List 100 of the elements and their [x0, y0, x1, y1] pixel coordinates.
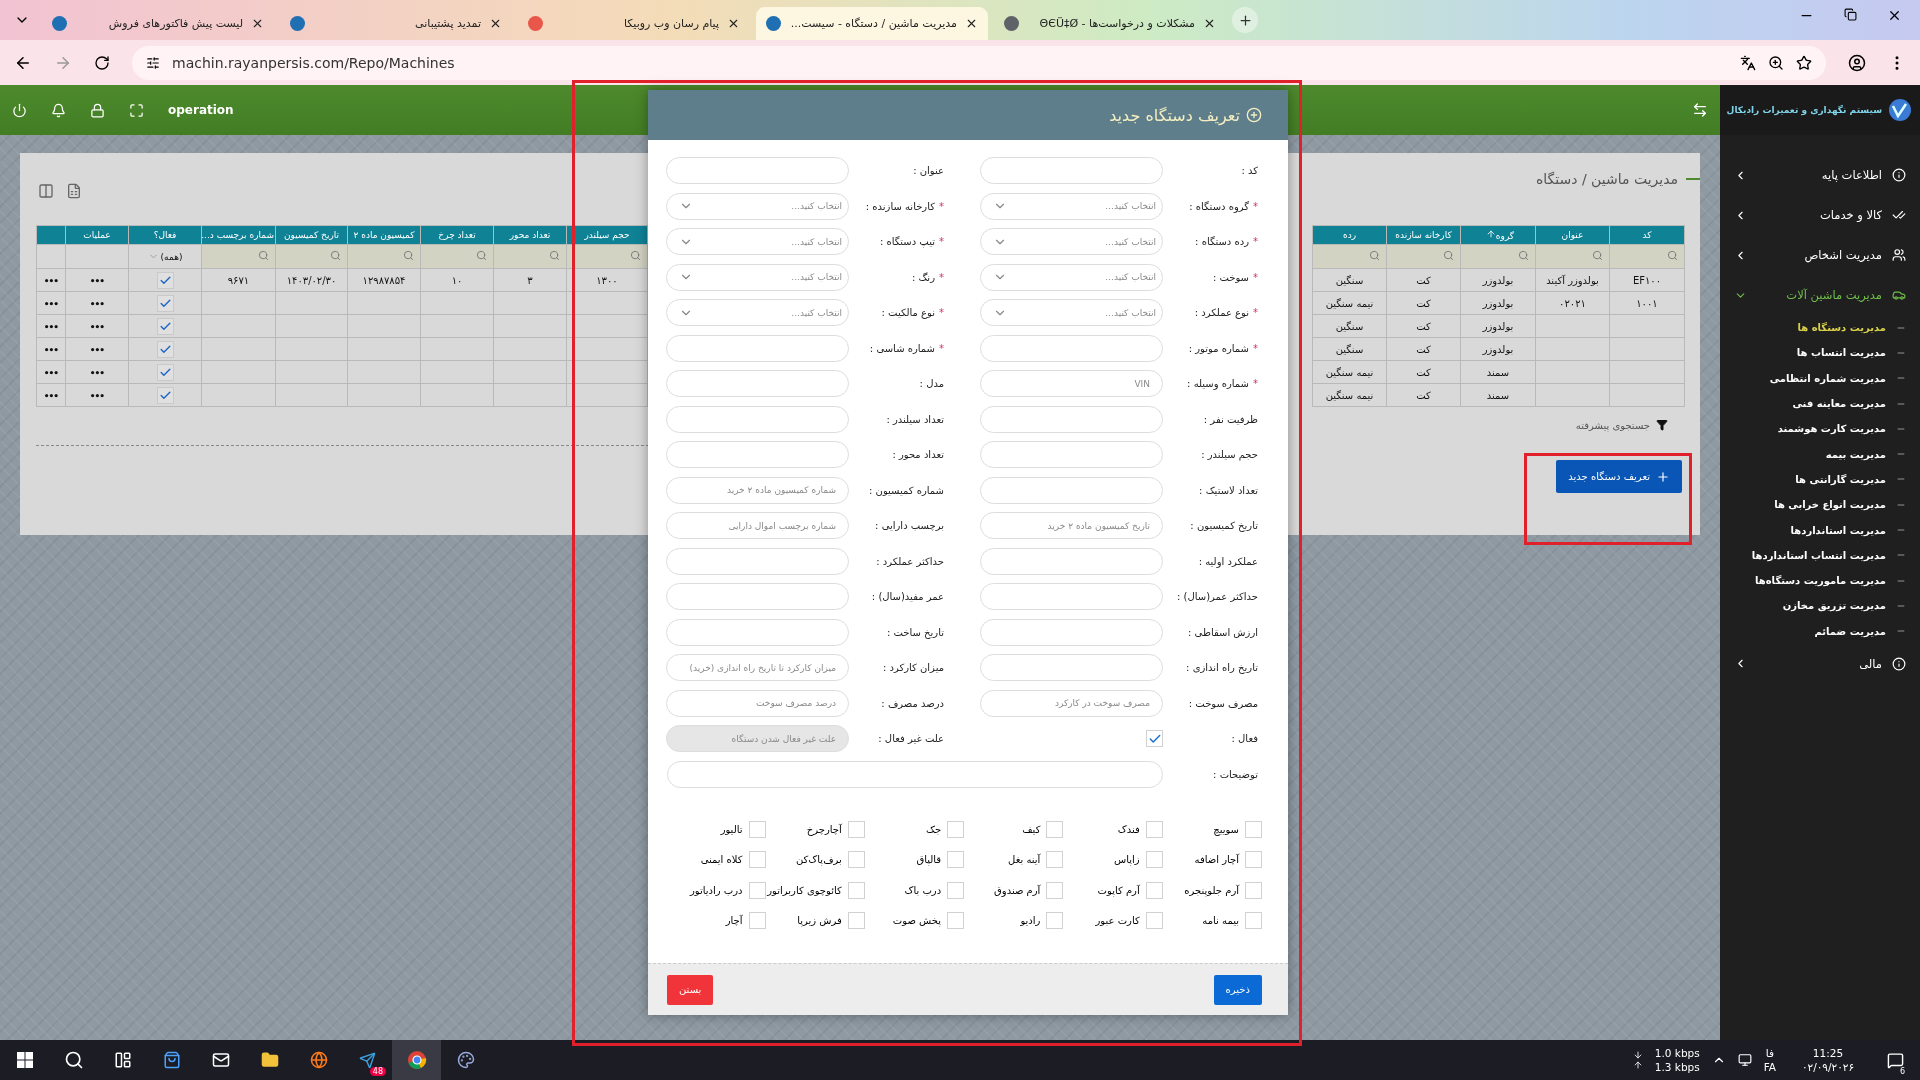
- zoom-icon[interactable]: [1768, 54, 1784, 71]
- mail-icon[interactable]: [211, 1051, 230, 1069]
- checkbox[interactable]: [748, 912, 766, 929]
- input-field[interactable]: [980, 583, 1163, 610]
- column-header[interactable]: عملیات: [65, 225, 129, 245]
- close-button[interactable]: بستن: [667, 974, 714, 1005]
- input-field[interactable]: [667, 760, 1163, 788]
- sidebar-item[interactable]: مدیریت ماشین آلات: [1720, 275, 1920, 315]
- reload-icon[interactable]: [94, 54, 110, 71]
- bell-icon[interactable]: [51, 102, 66, 118]
- input-field[interactable]: [980, 547, 1163, 575]
- row-menu-button[interactable]: •••: [43, 344, 59, 355]
- close-icon[interactable]: [251, 17, 264, 30]
- close-icon[interactable]: [489, 17, 502, 30]
- input-field[interactable]: درصد مصرف سوخت: [666, 689, 849, 717]
- sidebar-subitem[interactable]: مدیریت تزریق مخازن: [1720, 593, 1920, 619]
- input-field[interactable]: [980, 654, 1163, 681]
- folder-icon[interactable]: [260, 1051, 279, 1069]
- checkbox[interactable]: [748, 881, 766, 899]
- actions-button[interactable]: •••: [89, 367, 105, 378]
- checkbox[interactable]: [1046, 912, 1064, 929]
- column-header[interactable]: تاریخ کمیسیون: [275, 225, 348, 245]
- sidebar-item[interactable]: کالا و خدمات: [1720, 195, 1920, 235]
- sidebar-subitem[interactable]: مدیریت شماره انتظامی: [1720, 365, 1920, 391]
- sidebar-subitem[interactable]: مدیریت انتساب ها: [1720, 340, 1920, 366]
- sidebar-subitem[interactable]: مدیریت کارت هوشمند: [1720, 416, 1920, 442]
- sidebar-subitem[interactable]: مدیریت انتساب استانداردها: [1720, 542, 1920, 568]
- checkbox[interactable]: [1146, 730, 1163, 747]
- checkbox[interactable]: [847, 851, 865, 868]
- actions-button[interactable]: •••: [89, 344, 105, 355]
- store-icon[interactable]: [162, 1051, 181, 1069]
- site-settings-icon[interactable]: [146, 55, 160, 70]
- checkbox[interactable]: [947, 912, 965, 929]
- search-icon[interactable]: [63, 1050, 84, 1070]
- checkbox[interactable]: [748, 851, 766, 868]
- input-field[interactable]: [980, 405, 1163, 433]
- restore-icon[interactable]: [1844, 7, 1857, 21]
- row-menu-button[interactable]: •••: [43, 298, 59, 309]
- address-bar[interactable]: machin.rayanpersis.com/Repo/Machines: [132, 45, 1826, 80]
- keyboard-language[interactable]: فا: [1765, 1046, 1774, 1060]
- column-header[interactable]: گروه: [1460, 225, 1536, 245]
- advanced-search-link[interactable]: جستجوی پیشرفته: [1575, 419, 1668, 431]
- checkbox[interactable]: [947, 820, 965, 838]
- filter-cell[interactable]: [420, 244, 494, 269]
- sidebar-subitem[interactable]: مدیریت ضمائم: [1720, 618, 1920, 644]
- column-header[interactable]: شماره برچسب د...: [201, 225, 276, 245]
- browser-tab[interactable]: لیست پیش فاکتورهای فروش: [42, 7, 274, 40]
- input-field[interactable]: [980, 157, 1163, 184]
- checkbox[interactable]: [847, 881, 865, 899]
- input-field[interactable]: [980, 618, 1163, 646]
- browser-tab[interactable]: مشکلات و درخواست‌ها - ΘЄÜ‡Ø: [994, 7, 1226, 40]
- new-tab-button[interactable]: [1232, 7, 1258, 33]
- sidebar-subitem[interactable]: مدیریت بیمه: [1720, 441, 1920, 467]
- checkbox[interactable]: [1245, 912, 1262, 929]
- network-icon[interactable]: [1737, 1053, 1752, 1067]
- actions-button[interactable]: •••: [89, 321, 105, 332]
- actions-button[interactable]: •••: [89, 390, 105, 401]
- globe-icon[interactable]: [309, 1051, 328, 1069]
- row-menu-button[interactable]: •••: [43, 367, 59, 378]
- checkbox[interactable]: [847, 820, 865, 838]
- column-header[interactable]: تعداد محور: [493, 225, 567, 245]
- sidebar-subitem[interactable]: مدیریت ماموریت دستگاه‌ها: [1720, 567, 1920, 594]
- column-header[interactable]: کارخانه سازنده: [1386, 225, 1461, 245]
- input-field[interactable]: تاریخ کمیسیون ماده ۲ خرید: [980, 512, 1163, 539]
- input-field[interactable]: VIN: [980, 370, 1163, 397]
- bookmark-icon[interactable]: [1796, 54, 1812, 71]
- checkbox[interactable]: [1245, 851, 1262, 868]
- start-icon[interactable]: [16, 1052, 33, 1068]
- input-field[interactable]: [666, 441, 849, 468]
- filter-cell[interactable]: [347, 244, 421, 269]
- sidebar-item[interactable]: مالی: [1720, 643, 1920, 684]
- column-header[interactable]: تعداد چرخ: [420, 225, 494, 245]
- input-field[interactable]: [980, 334, 1163, 362]
- excel-icon[interactable]: [66, 183, 82, 199]
- fullscreen-icon[interactable]: [129, 102, 144, 118]
- column-header[interactable]: حجم سیلندر: [566, 225, 648, 245]
- swap-icon[interactable]: [1692, 102, 1708, 118]
- sidebar-subitem[interactable]: مدیریت انواع خرابی ها: [1720, 492, 1920, 518]
- filter-cell[interactable]: [1609, 244, 1685, 269]
- input-field[interactable]: [666, 334, 849, 362]
- taskbar-button[interactable]: [392, 1040, 441, 1080]
- checkbox[interactable]: [1145, 851, 1163, 868]
- input-field[interactable]: [666, 370, 849, 397]
- column-header[interactable]: کمیسیون ماده ۲: [347, 225, 421, 245]
- paper-plane-icon[interactable]: [359, 1051, 376, 1069]
- checkbox[interactable]: [947, 881, 965, 899]
- close-icon[interactable]: [727, 17, 740, 30]
- profile-icon[interactable]: [1848, 53, 1866, 72]
- browser-tab[interactable]: تمدید پشتیبانی: [280, 7, 512, 40]
- save-button[interactable]: ذخیره: [1213, 974, 1262, 1005]
- filter-cell[interactable]: [201, 244, 276, 269]
- column-header[interactable]: رده: [1312, 225, 1387, 245]
- input-field[interactable]: شماره کمیسیون ماده ۲ خرید: [666, 476, 849, 504]
- checkbox[interactable]: [1145, 881, 1163, 899]
- filter-cell[interactable]: [1460, 244, 1536, 269]
- input-field[interactable]: [666, 405, 849, 433]
- input-field[interactable]: [666, 157, 849, 184]
- column-header[interactable]: کد: [1609, 225, 1685, 245]
- notifications-icon[interactable]: [1886, 1051, 1904, 1069]
- filter-cell[interactable]: [275, 244, 348, 269]
